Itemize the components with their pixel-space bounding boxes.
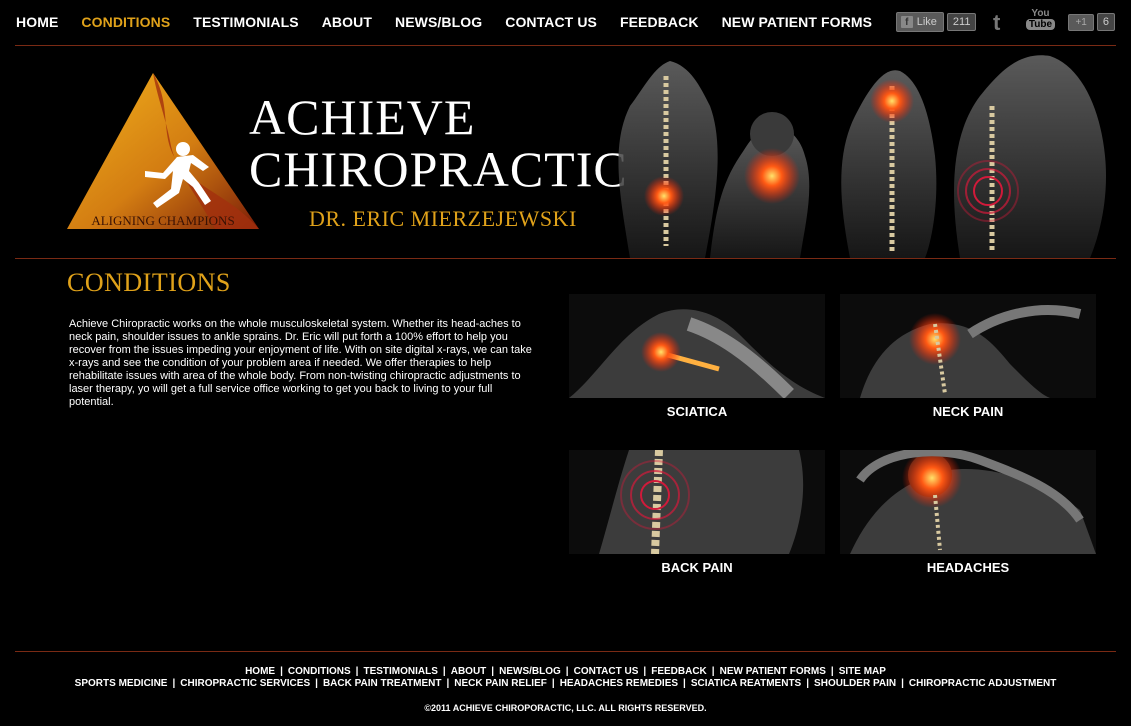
- header-banner: ALIGNING CHAMPIONS ACHIEVE CHIROPRACTIC …: [15, 46, 1116, 258]
- youtube-icon[interactable]: You Tube: [1025, 8, 1056, 36]
- footer-link-home[interactable]: HOME: [245, 666, 275, 677]
- footer-link-chiropractic-adjustment[interactable]: CHIROPRACTIC ADJUSTMENT: [909, 678, 1056, 689]
- footer-nav-primary: HOME | CONDITIONS | TESTIMONIALS | ABOUT | NEWS/…: [0, 666, 1131, 677]
- condition-neck-pain[interactable]: NECK PAIN: [840, 294, 1096, 419]
- intro-text: Achieve Chiropractic works on the whole …: [69, 318, 532, 408]
- brand-name-line2: CHIROPRACTIC: [249, 141, 628, 197]
- nav-testimonials[interactable]: TESTIMONIALS: [193, 14, 298, 30]
- back-pain-label[interactable]: BACK PAIN: [569, 560, 825, 575]
- footer-separator: |: [565, 666, 569, 677]
- condition-sciatica[interactable]: SCIATICA: [569, 294, 825, 419]
- sciatica-image[interactable]: [569, 294, 825, 398]
- facebook-like-label: Like: [916, 16, 937, 28]
- main-menu: HOME CONDITIONS TESTIMONIALS ABOUT NEWS/…: [16, 14, 895, 30]
- facebook-icon: f: [900, 16, 913, 28]
- footer-separator: |: [446, 678, 450, 689]
- social-links: f Like 211 t You Tube +1 6: [895, 8, 1115, 36]
- footer-link-new-patient-forms[interactable]: NEW PATIENT FORMS: [720, 666, 826, 677]
- sciatica-label[interactable]: SCIATICA: [569, 404, 825, 419]
- footer-link-sciatica-treatments[interactable]: SCIATICA REATMENTS: [691, 678, 801, 689]
- footer-link-site-map[interactable]: SITE MAP: [839, 666, 886, 677]
- plusone-button[interactable]: +1: [1068, 13, 1094, 31]
- footer-separator: |: [491, 666, 495, 677]
- footer-link-about[interactable]: ABOUT: [451, 666, 487, 677]
- footer-link-back-pain-treatment[interactable]: BACK PAIN TREATMENT: [323, 678, 442, 689]
- footer-separator: |: [280, 666, 283, 677]
- facebook-like-count: 211: [946, 13, 977, 31]
- footer-separator: |: [643, 666, 647, 677]
- nav-contact-us[interactable]: CONTACT US: [505, 14, 597, 30]
- top-navigation: HOME CONDITIONS TESTIMONIALS ABOUT NEWS/…: [0, 0, 1131, 45]
- footer-link-conditions[interactable]: CONDITIONS: [288, 666, 351, 677]
- footer-link-feedback[interactable]: FEEDBACK: [651, 666, 707, 677]
- footer-link-news-blog[interactable]: NEWS/BLOG: [499, 666, 561, 677]
- footer-separator: |: [711, 666, 715, 677]
- footer-link-testimonials[interactable]: TESTIMONIALS: [363, 666, 437, 677]
- nav-new-patient-forms[interactable]: NEW PATIENT FORMS: [722, 14, 873, 30]
- svg-text:t: t: [993, 11, 1001, 33]
- youtube-label-bottom: Tube: [1025, 19, 1056, 30]
- footer-separator: |: [683, 678, 686, 689]
- plusone: +1 6: [1068, 13, 1115, 31]
- headaches-image[interactable]: [840, 450, 1096, 554]
- logo[interactable]: ALIGNING CHAMPIONS: [65, 71, 261, 231]
- footer-separator: |: [315, 678, 318, 689]
- brand-name-line1: ACHIEVE: [249, 89, 476, 145]
- neck-pain-label[interactable]: NECK PAIN: [840, 404, 1096, 419]
- headaches-label[interactable]: HEADACHES: [840, 560, 1096, 575]
- doctor-name: DR. ERIC MIERZEJEWSKI: [309, 206, 577, 231]
- nav-news-blog[interactable]: NEWS/BLOG: [395, 14, 482, 30]
- footer-divider: [15, 651, 1116, 652]
- footer-separator: |: [355, 666, 359, 677]
- condition-back-pain[interactable]: BACK PAIN: [569, 450, 825, 575]
- facebook-like-button[interactable]: f Like: [895, 12, 944, 32]
- nav-about[interactable]: ABOUT: [322, 14, 372, 30]
- page-title: CONDITIONS: [67, 268, 231, 297]
- footer-separator: |: [172, 678, 176, 689]
- twitter-icon[interactable]: t: [990, 11, 1012, 33]
- logo-tagline: ALIGNING CHAMPIONS: [91, 213, 234, 228]
- neck-pain-image[interactable]: [840, 294, 1096, 398]
- nav-conditions[interactable]: CONDITIONS: [81, 14, 170, 30]
- footer-link-shoulder-pain[interactable]: SHOULDER PAIN: [814, 678, 896, 689]
- footer-link-contact-us[interactable]: CONTACT US: [574, 666, 639, 677]
- footer-separator: |: [442, 666, 446, 677]
- footer-link-neck-pain-relief[interactable]: NECK PAIN RELIEF: [454, 678, 547, 689]
- hero-spine-image: [618, 55, 1107, 258]
- facebook-like: f Like 211: [895, 12, 977, 32]
- footer-nav-services: SPORTS MEDICINE | CHIROPRACTIC SERVICES | BA…: [0, 678, 1131, 689]
- youtube-label-top: You: [1031, 8, 1050, 19]
- copyright: ©2011 ACHIEVE CHIROPORACTIC, LLC. ALL RI…: [424, 703, 707, 713]
- footer-separator: |: [830, 666, 834, 677]
- footer-separator: |: [806, 678, 810, 689]
- footer-separator: |: [551, 678, 555, 689]
- footer-link-chiropractic-services[interactable]: CHIROPRACTIC SERVICES: [180, 678, 310, 689]
- nav-home[interactable]: HOME: [16, 14, 58, 30]
- banner-divider: [15, 258, 1116, 259]
- plusone-count: 6: [1096, 13, 1115, 31]
- footer-link-sports-medicine[interactable]: SPORTS MEDICINE: [75, 678, 168, 689]
- condition-headaches[interactable]: HEADACHES: [840, 450, 1096, 575]
- nav-feedback[interactable]: FEEDBACK: [620, 14, 699, 30]
- back-pain-image[interactable]: [569, 450, 825, 554]
- footer-separator: |: [901, 678, 904, 689]
- footer-link-headaches-remedies[interactable]: HEADACHES REMEDIES: [560, 678, 678, 689]
